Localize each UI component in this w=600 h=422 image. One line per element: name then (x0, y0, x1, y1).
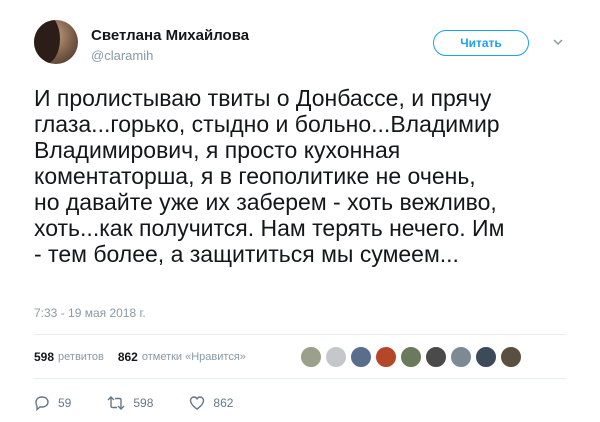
like-count: 862 (213, 396, 234, 410)
tweet-actions: 59 598 862 (34, 393, 269, 413)
follow-button[interactable]: Читать (433, 30, 529, 56)
reply-icon (35, 396, 49, 411)
tweet-stats: 598 ретвитов 862 отметки «Нравится» (34, 347, 260, 367)
avatar-image (34, 20, 60, 64)
liker-avatars (300, 346, 525, 368)
likes-label[interactable]: отметки «Нравится» (142, 351, 246, 363)
liker-avatar[interactable] (425, 346, 447, 368)
retweet-icon (107, 396, 125, 410)
liker-avatar[interactable] (400, 346, 422, 368)
divider (34, 378, 566, 379)
liker-avatar[interactable] (350, 346, 372, 368)
reply-count: 59 (58, 396, 72, 410)
retweet-count: 598 (133, 396, 154, 410)
liker-avatar[interactable] (475, 346, 497, 368)
reply-button[interactable]: 59 (34, 395, 71, 411)
tweet-text: И пролистываю твиты о Донбассе, и прячу … (34, 85, 505, 267)
liker-avatar[interactable] (500, 346, 522, 368)
liker-avatar[interactable] (300, 346, 322, 368)
liker-avatar[interactable] (375, 346, 397, 368)
retweets-count[interactable]: 598 (34, 350, 54, 364)
likes-count[interactable]: 862 (118, 350, 138, 364)
author-avatar[interactable] (34, 20, 78, 64)
tweet-timestamp[interactable]: 7:33 - 19 мая 2018 г. (34, 306, 146, 320)
author-name[interactable]: Светлана Михайлова (91, 27, 249, 44)
retweets-label[interactable]: ретвитов (58, 351, 104, 363)
author-handle[interactable]: @claramih (91, 48, 153, 63)
like-button[interactable]: 862 (189, 395, 233, 411)
liker-avatar[interactable] (450, 346, 472, 368)
divider (34, 334, 566, 335)
liker-avatar[interactable] (325, 346, 347, 368)
retweet-button[interactable]: 598 (107, 395, 153, 411)
heart-icon (190, 396, 205, 410)
chevron-down-icon[interactable] (552, 36, 564, 48)
